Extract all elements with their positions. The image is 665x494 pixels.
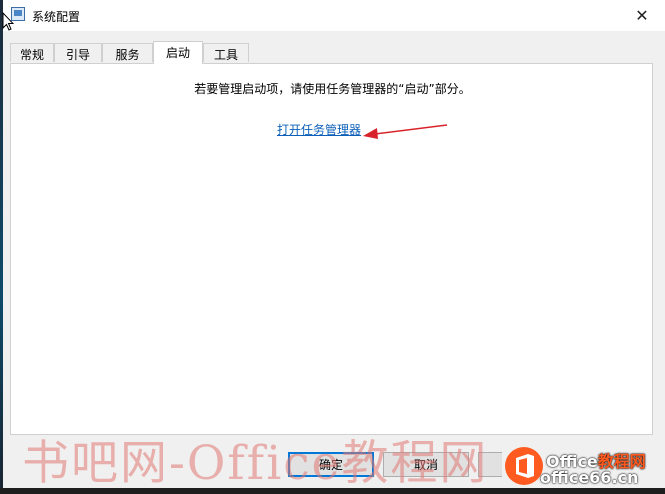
cancel-button[interactable]: 取消 — [383, 452, 469, 477]
tab-boot-label: 引导 — [65, 48, 90, 62]
title-bar: 系统配置 ✕ — [3, 0, 665, 31]
tab-startup-label: 启动 — [165, 46, 190, 60]
tab-boot[interactable]: 引导 — [54, 43, 102, 62]
tab-tools[interactable]: 工具 — [203, 43, 249, 62]
mouse-cursor-icon — [2, 12, 14, 31]
tab-tools-label: 工具 — [213, 48, 238, 62]
ok-button-label: 确定 — [318, 458, 343, 472]
desktop-edge — [0, 0, 3, 494]
office-logo-icon — [505, 447, 543, 485]
tab-general-label: 常规 — [19, 48, 44, 62]
tab-services-label: 服务 — [115, 48, 140, 62]
red-arrow-annotation — [363, 124, 448, 139]
tab-services[interactable]: 服务 — [102, 43, 153, 62]
window-title: 系统配置 — [32, 10, 81, 24]
tab-general[interactable]: 常规 — [10, 43, 54, 62]
taskbar-fragment — [0, 488, 665, 494]
startup-panel: 若要管理启动项，请使用任务管理器的“启动”部分。 打开任务管理器 — [10, 63, 653, 435]
logo-url: office66.cn — [540, 468, 639, 487]
tab-startup[interactable]: 启动 — [153, 41, 203, 64]
ok-button[interactable]: 确定 — [288, 452, 374, 477]
startup-info-text: 若要管理启动项，请使用任务管理器的“启动”部分。 — [194, 82, 471, 96]
cancel-button-label: 取消 — [413, 458, 438, 472]
apply-button-partial[interactable] — [478, 452, 502, 477]
close-button[interactable]: ✕ — [619, 0, 665, 31]
open-task-manager-link[interactable]: 打开任务管理器 — [277, 121, 361, 138]
close-icon: ✕ — [635, 6, 649, 25]
